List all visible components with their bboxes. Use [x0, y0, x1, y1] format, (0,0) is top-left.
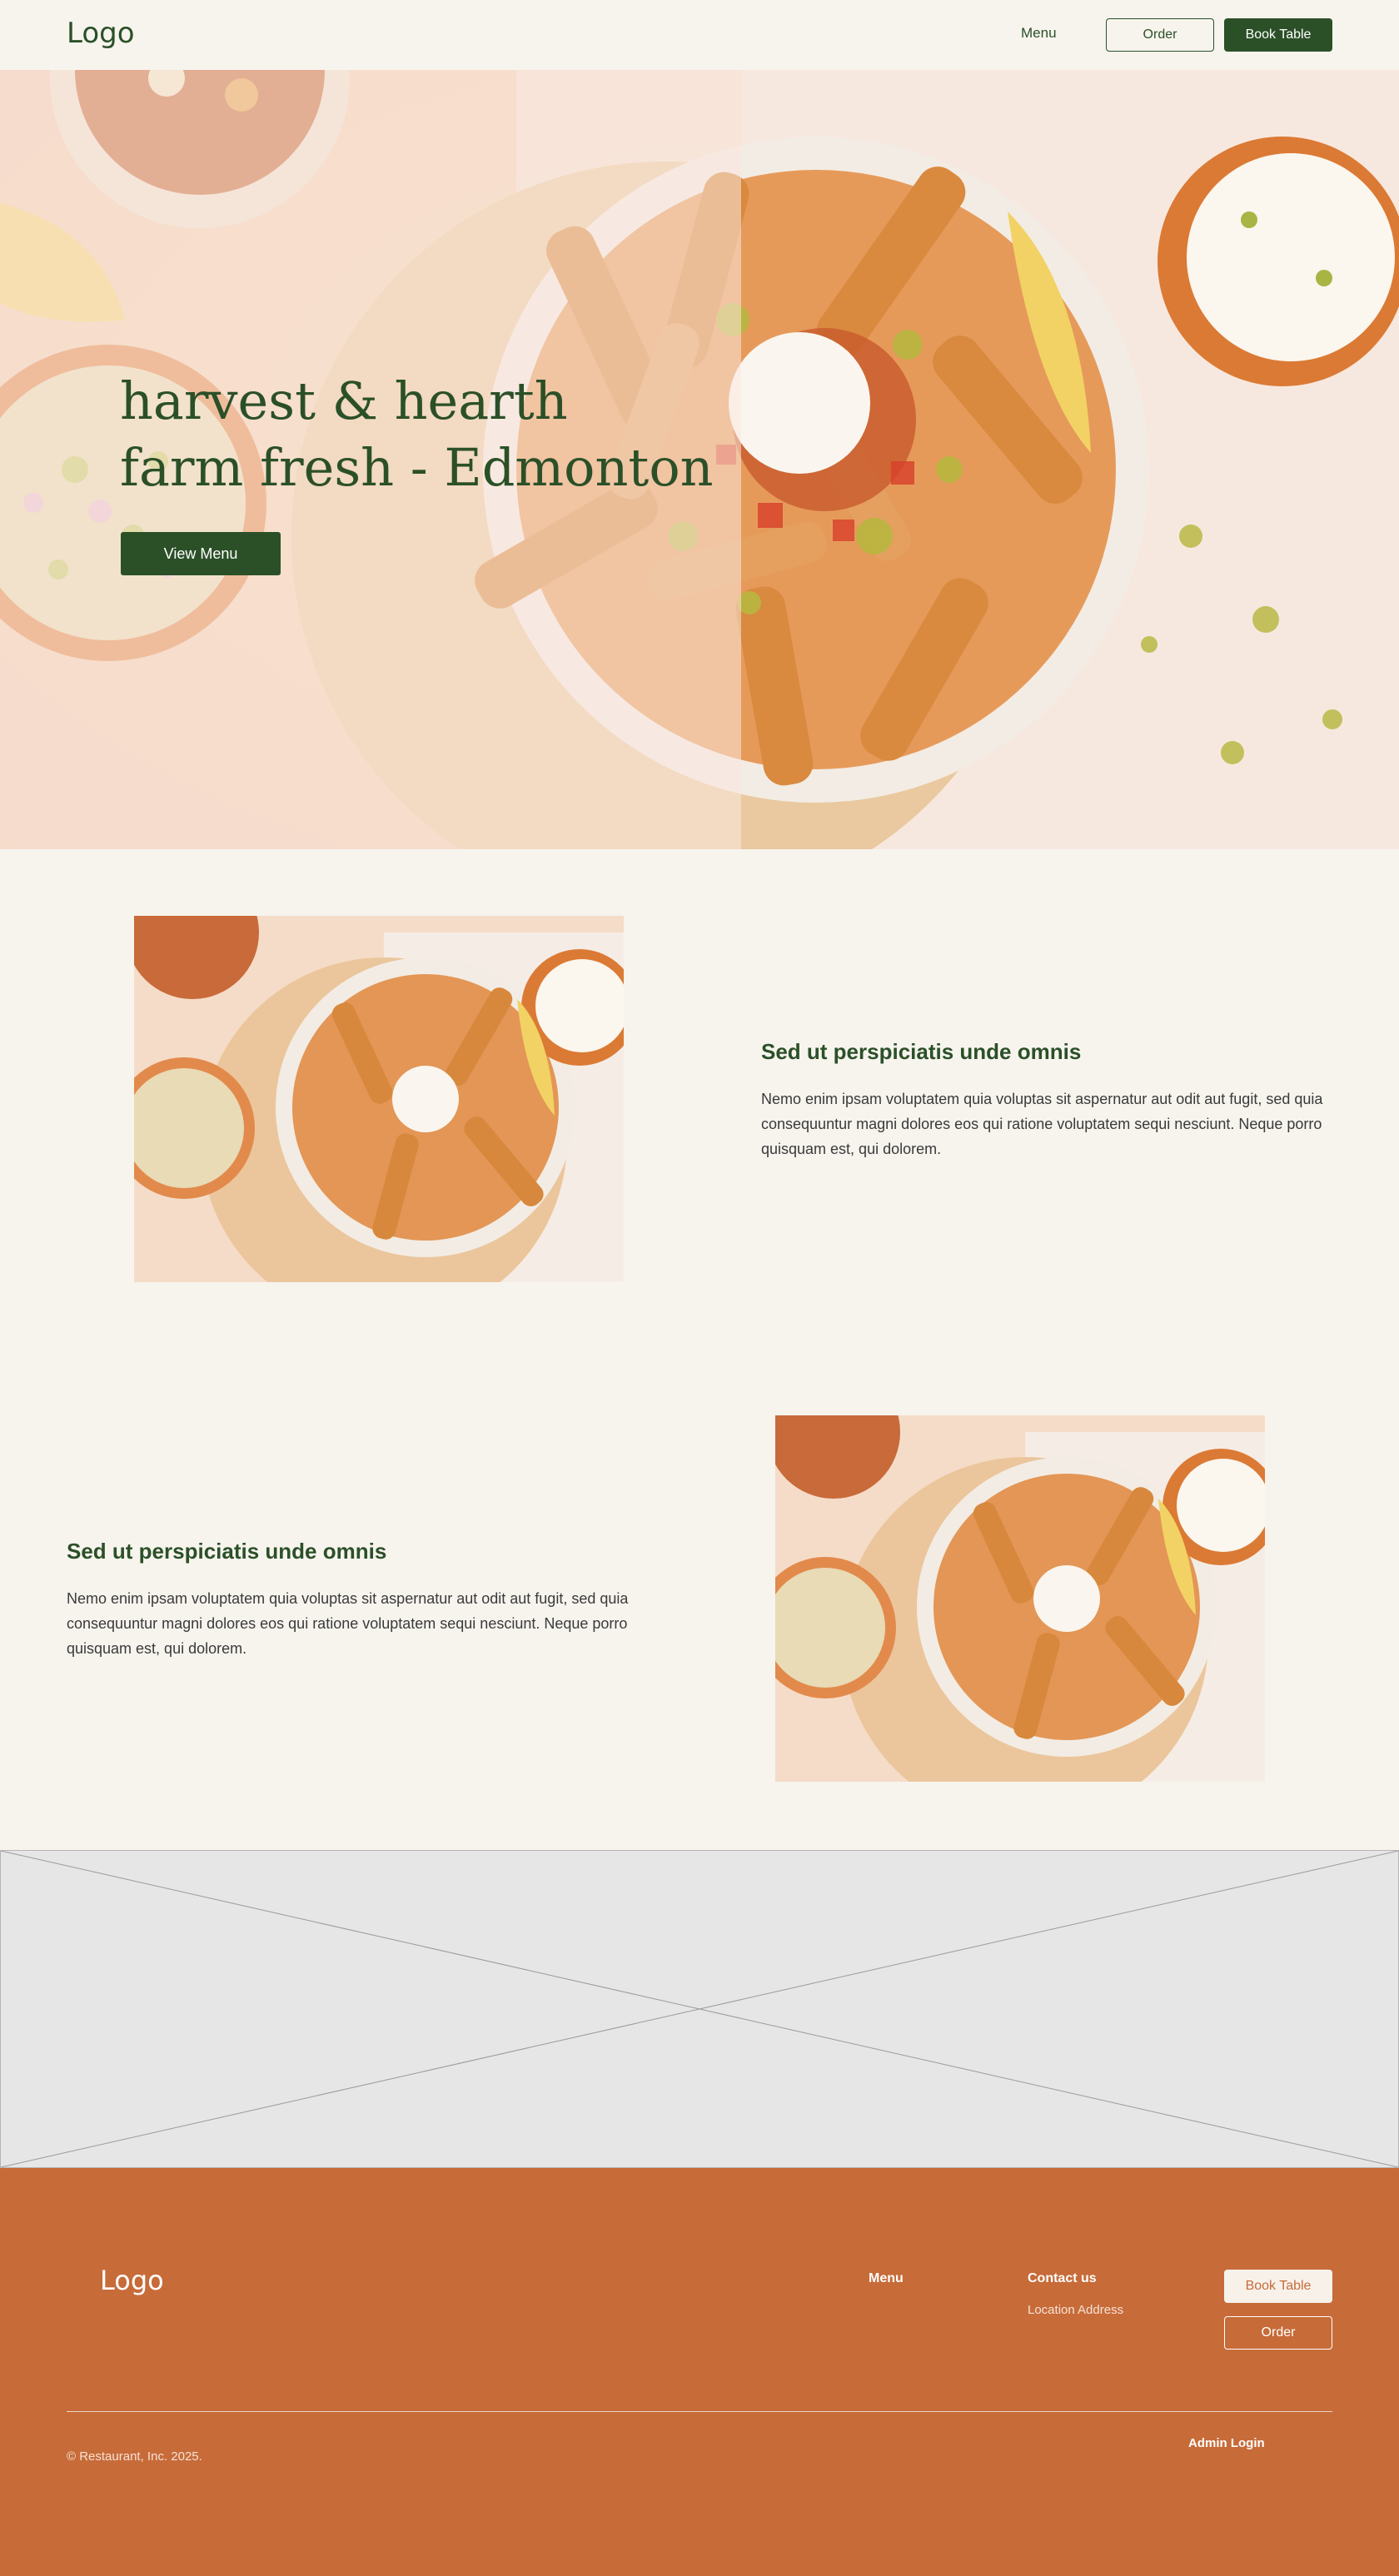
- book-table-button[interactable]: Book Table: [1224, 18, 1332, 52]
- view-menu-button[interactable]: View Menu: [121, 532, 281, 575]
- copyright-text: © Restaurant, Inc. 2025.: [67, 2449, 202, 2464]
- order-button[interactable]: Order: [1106, 18, 1214, 52]
- feature-text-1: Nemo enim ipsam voluptatem quia voluptas…: [761, 1091, 1323, 1157]
- footer-order-button[interactable]: Order: [1224, 2316, 1332, 2350]
- footer-logo[interactable]: Logo: [100, 2265, 164, 2296]
- hero-title-line2: farm fresh - Edmonton: [120, 437, 714, 498]
- hero-title: harvest & hearth farm fresh - Edmonton: [120, 368, 714, 501]
- site-header: Logo Menu Order Book Table: [0, 0, 1399, 70]
- footer-divider: [67, 2411, 1332, 2412]
- nav-link-menu[interactable]: Menu: [1021, 25, 1057, 42]
- image-placeholder: [0, 1850, 1399, 2168]
- hero-section: harvest & hearth farm fresh - Edmonton V…: [0, 70, 1399, 849]
- site-footer: Logo Menu Contact us Location Address Bo…: [0, 2168, 1399, 2576]
- footer-menu-link[interactable]: Menu: [869, 2271, 904, 2286]
- feature-heading-1: Sed ut perspiciatis unde omnis: [761, 1039, 1082, 1064]
- hero-title-line1: harvest & hearth: [120, 370, 568, 431]
- feature-image-2: [775, 1415, 1265, 1782]
- footer-contact-heading[interactable]: Contact us: [1028, 2271, 1097, 2286]
- footer-book-table-button[interactable]: Book Table: [1224, 2270, 1332, 2303]
- footer-location: Location Address: [1028, 2303, 1124, 2317]
- feature-image-1: [134, 916, 624, 1282]
- feature-text-2: Nemo enim ipsam voluptatem quia voluptas…: [67, 1590, 629, 1657]
- logo[interactable]: Logo: [67, 17, 135, 50]
- feature-heading-2: Sed ut perspiciatis unde omnis: [67, 1539, 387, 1564]
- admin-login-link[interactable]: Admin Login: [1188, 2436, 1265, 2450]
